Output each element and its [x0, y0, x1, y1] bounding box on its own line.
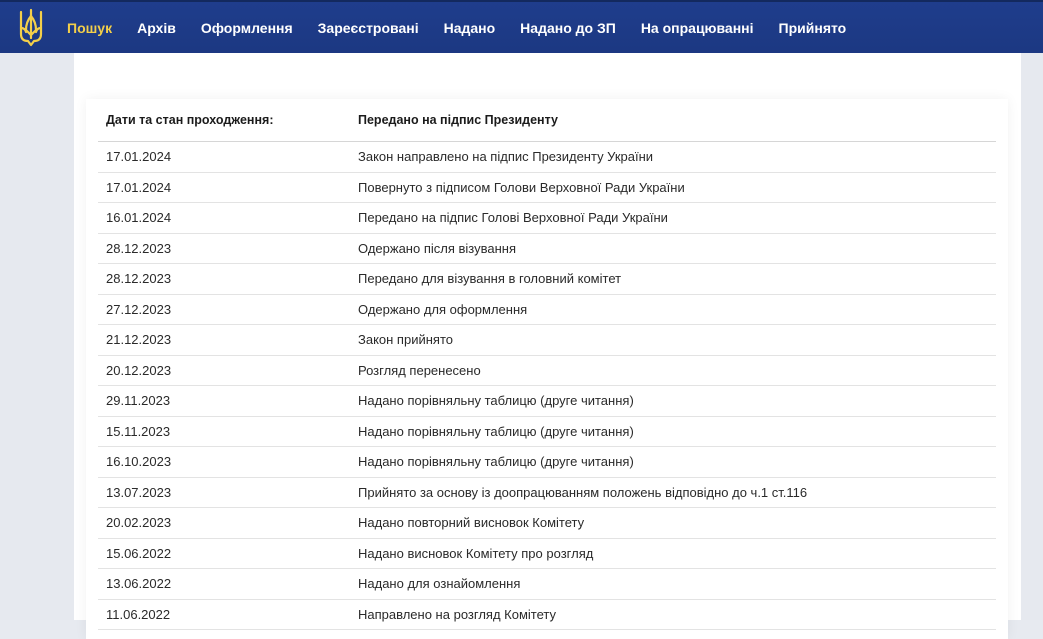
row-date: 13.06.2022 — [98, 568, 350, 600]
row-date: 29.11.2023 — [98, 385, 350, 417]
nav-item-provided[interactable]: Надано — [444, 20, 496, 36]
top-navigation-bar: Пошук Архів Оформлення Зареєстровані Над… — [0, 0, 1043, 53]
row-status: Надано для ознайомлення — [350, 568, 996, 600]
table-header-row: Дати та стан проходження: Передано на пі… — [98, 99, 996, 142]
table-row: 29.11.2023 Надано порівняльну таблицю (др… — [98, 385, 996, 417]
row-date: 28.12.2023 — [98, 233, 350, 264]
row-status: Закон направлено на підпис Президенту Ук… — [350, 141, 996, 173]
row-status: Надано повторний висновок Комітету — [350, 507, 996, 539]
table-row: 28.12.2023 Передано для візування в голов… — [98, 263, 996, 295]
row-status: Розгляд перенесено — [350, 355, 996, 386]
row-status: Повернуто з підписом Голови Верховної Ра… — [350, 172, 996, 203]
nav-item-in-processing[interactable]: На опрацюванні — [641, 20, 754, 36]
row-status: Одержано після візування — [350, 233, 996, 264]
table-row: 27.12.2023 Одержано для оформлення — [98, 294, 996, 325]
nav-item-formatting[interactable]: Оформлення — [201, 20, 293, 36]
table-row: 16.10.2023 Надано порівняльну таблицю (др… — [98, 446, 996, 478]
row-date: 16.01.2024 — [98, 202, 350, 234]
row-date: 13.07.2023 — [98, 477, 350, 508]
trident-icon[interactable] — [17, 8, 45, 48]
row-status: Передано для візування в головний коміте… — [350, 263, 996, 295]
row-status: Передано на підпис Голові Верховної Ради… — [350, 202, 996, 234]
table-row: 28.12.2023 Одержано після візування — [98, 233, 996, 264]
table-row: 20.02.2023 Надано повторний висновок Комі… — [98, 507, 996, 539]
table-row: 13.06.2022 Надано для ознайомлення — [98, 568, 996, 600]
table-row: 11.06.2022 Направлено на розгляд Комітету — [98, 599, 996, 630]
table-row: 15.06.2022 Надано висновок Комітету про р… — [98, 538, 996, 569]
row-status: Прийнято за основу із доопрацюванням пол… — [350, 477, 996, 508]
table-row: 21.12.2023 Закон прийнято — [98, 324, 996, 356]
row-date: 15.11.2023 — [98, 416, 350, 447]
status-history-card: Дати та стан проходження: Передано на пі… — [86, 99, 1008, 639]
row-status: Надано порівняльну таблицю (друге читанн… — [350, 446, 996, 478]
table-row: 20.12.2023 Розгляд перенесено — [98, 355, 996, 386]
status-history-table: Дати та стан проходження: Передано на пі… — [98, 99, 996, 630]
table-row: 16.01.2024 Передано на підпис Голові Верх… — [98, 202, 996, 234]
row-status: Направлено на розгляд Комітету — [350, 599, 996, 630]
nav-item-archive[interactable]: Архів — [137, 20, 176, 36]
header-dates: Дати та стан проходження: — [98, 99, 350, 142]
row-status: Закон прийнято — [350, 324, 996, 356]
row-date: 17.01.2024 — [98, 141, 350, 173]
row-status: Надано порівняльну таблицю (друге читанн… — [350, 385, 996, 417]
nav-item-adopted[interactable]: Прийнято — [779, 20, 847, 36]
nav-item-provided-to-zp[interactable]: Надано до ЗП — [520, 20, 616, 36]
row-date: 21.12.2023 — [98, 324, 350, 356]
left-gutter — [0, 53, 74, 620]
row-date: 16.10.2023 — [98, 446, 350, 478]
nav-item-registered[interactable]: Зареєстровані — [318, 20, 419, 36]
row-date: 20.12.2023 — [98, 355, 350, 386]
row-date: 27.12.2023 — [98, 294, 350, 325]
table-body: 17.01.2024 Закон направлено на підпис Пре… — [98, 141, 996, 630]
table-row: 15.11.2023 Надано порівняльну таблицю (др… — [98, 416, 996, 447]
row-status: Одержано для оформлення — [350, 294, 996, 325]
row-status: Надано висновок Комітету про розгляд — [350, 538, 996, 569]
main-content: Дати та стан проходження: Передано на пі… — [74, 53, 1021, 639]
row-date: 17.01.2024 — [98, 172, 350, 203]
header-current-status: Передано на підпис Президенту — [350, 99, 996, 142]
row-status: Надано порівняльну таблицю (друге читанн… — [350, 416, 996, 447]
row-date: 11.06.2022 — [98, 599, 350, 630]
row-date: 28.12.2023 — [98, 263, 350, 295]
table-row: 13.07.2023 Прийнято за основу із доопрацю… — [98, 477, 996, 508]
row-date: 20.02.2023 — [98, 507, 350, 539]
row-date: 15.06.2022 — [98, 538, 350, 569]
table-row: 17.01.2024 Закон направлено на підпис Пре… — [98, 141, 996, 173]
nav-item-search[interactable]: Пошук — [67, 20, 112, 36]
table-row: 17.01.2024 Повернуто з підписом Голови Ве… — [98, 172, 996, 203]
right-gutter — [1021, 53, 1043, 620]
main-nav: Пошук Архів Оформлення Зареєстровані Над… — [67, 2, 871, 53]
